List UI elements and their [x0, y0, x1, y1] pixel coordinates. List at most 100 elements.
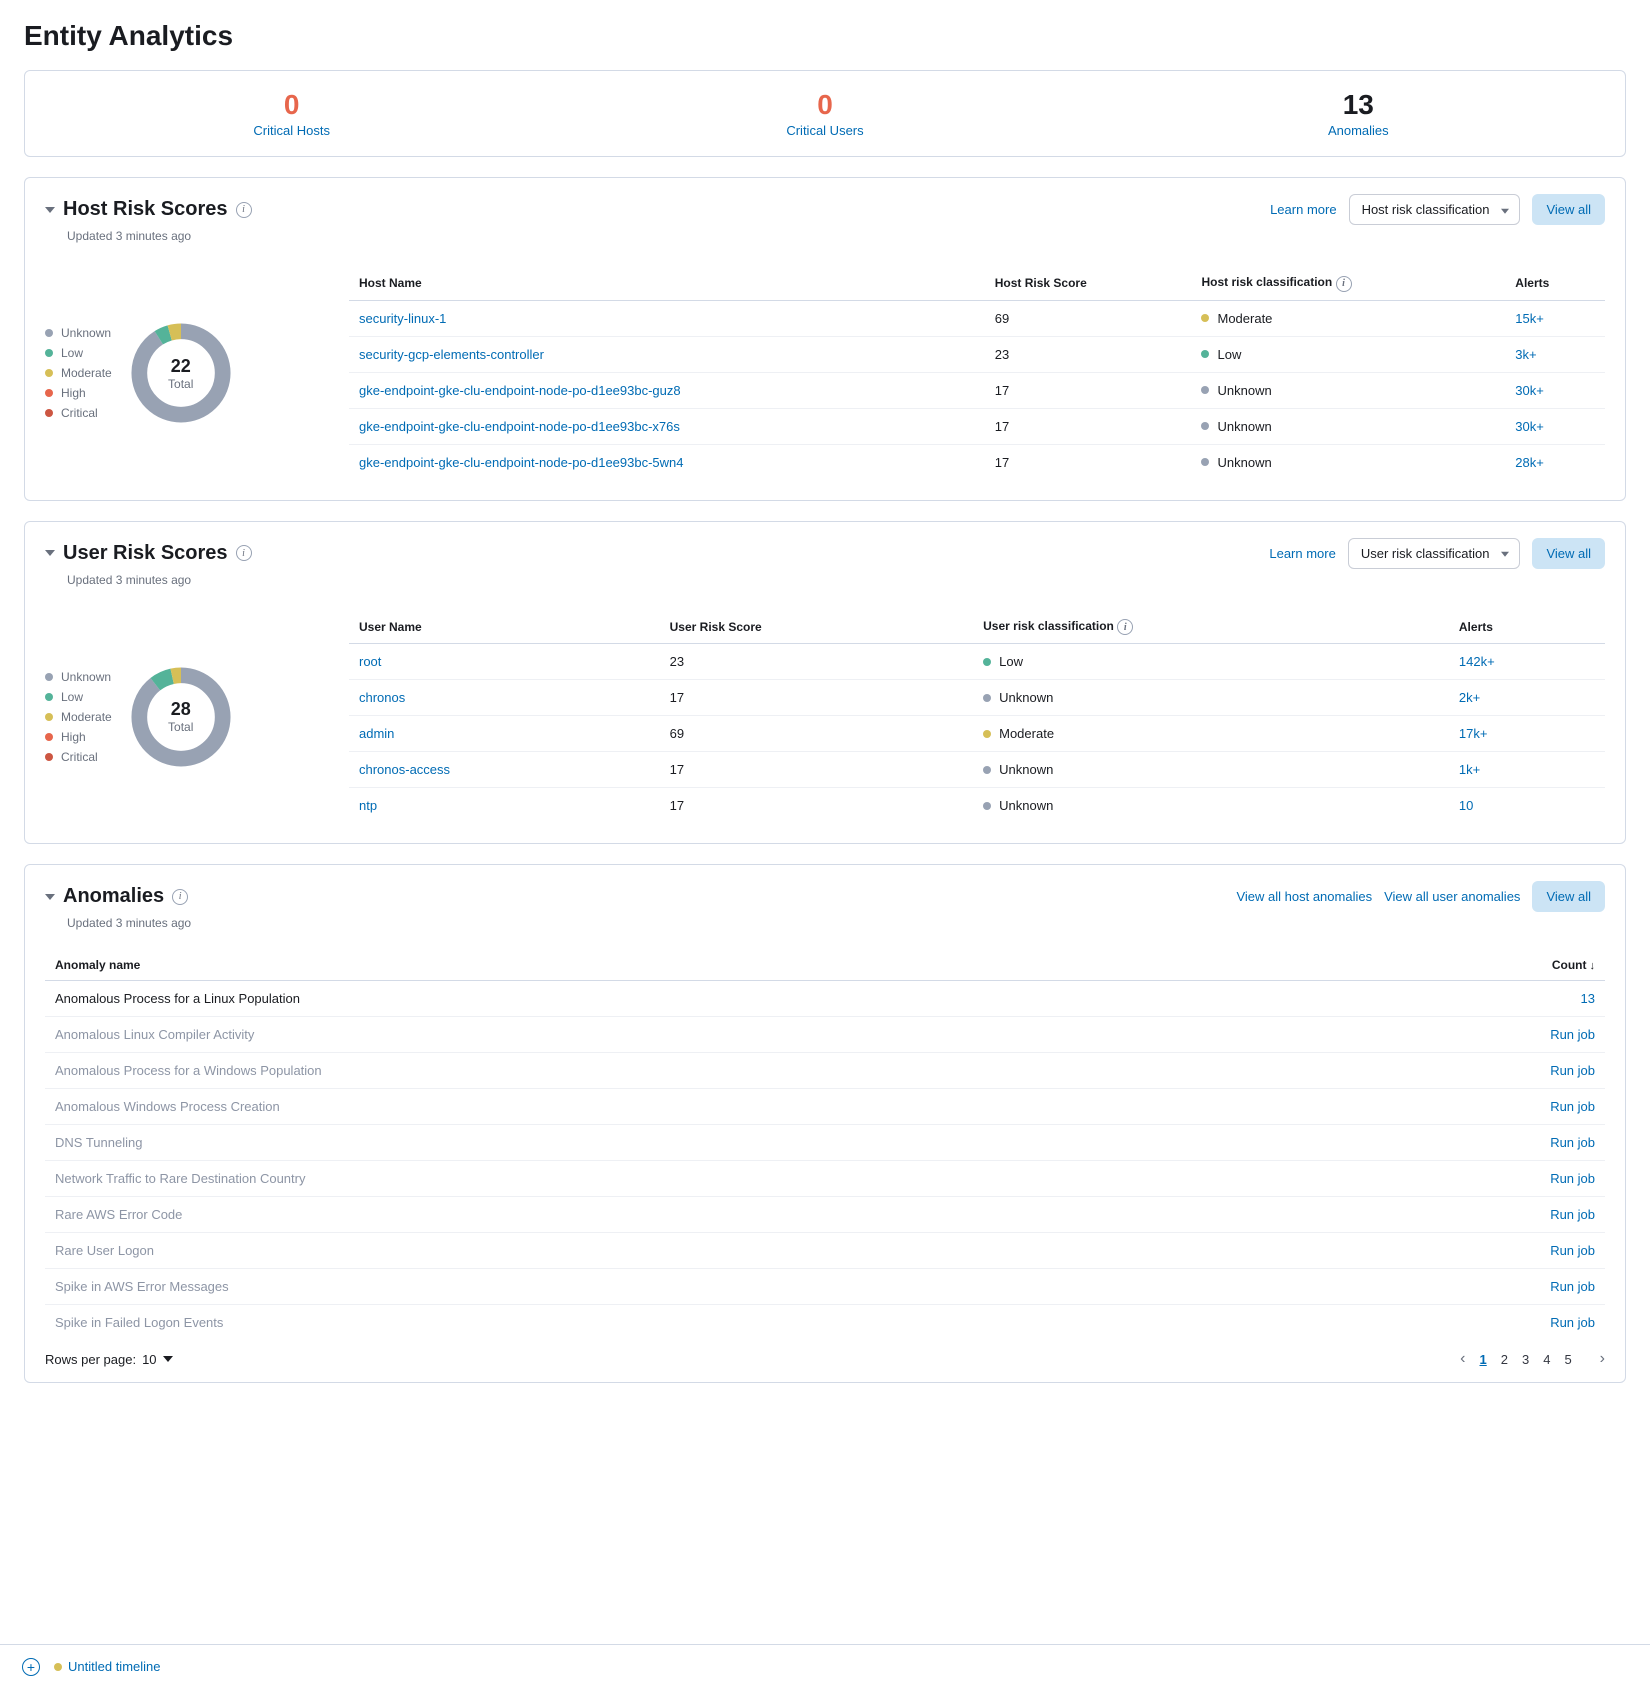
pager-page[interactable]: 5 [1564, 1352, 1571, 1367]
col-user-score[interactable]: User Risk Score [660, 611, 973, 644]
alerts-link[interactable]: 30k+ [1515, 383, 1544, 398]
info-icon[interactable]: i [172, 889, 188, 905]
pager-page[interactable]: 1 [1480, 1352, 1487, 1367]
risk-class-cell: Unknown [1201, 455, 1495, 470]
legend-label: Critical [61, 406, 98, 420]
pager-page[interactable]: 4 [1543, 1352, 1550, 1367]
run-job-link[interactable]: Run job [1550, 1243, 1595, 1258]
unknown-dot-icon [983, 694, 991, 702]
table-row: DNS Tunneling Run job [45, 1125, 1605, 1161]
table-row: Anomalous Process for a Windows Populati… [45, 1053, 1605, 1089]
entity-name-link[interactable]: gke-endpoint-gke-clu-endpoint-node-po-d1… [359, 419, 680, 434]
kpi-label[interactable]: Critical Users [558, 123, 1091, 138]
run-job-link[interactable]: Run job [1550, 1315, 1595, 1330]
host-risk-title: Host Risk Scores [63, 198, 228, 221]
pager-next[interactable]: › [1600, 1350, 1605, 1368]
table-row: ntp 17 Unknown 10 [349, 788, 1605, 824]
anomaly-name-cell: Anomalous Windows Process Creation [45, 1089, 1317, 1125]
user-classification-select[interactable]: User risk classification [1348, 538, 1521, 569]
kpi-value: 0 [558, 89, 1091, 121]
learn-more-link[interactable]: Learn more [1269, 546, 1335, 561]
entity-name-link[interactable]: ntp [359, 798, 377, 813]
moderate-dot-icon [45, 369, 53, 377]
info-icon[interactable]: i [236, 202, 252, 218]
alerts-link[interactable]: 2k+ [1459, 690, 1480, 705]
pager-page[interactable]: 3 [1522, 1352, 1529, 1367]
entity-name-link[interactable]: chronos-access [359, 762, 450, 777]
anomaly-name-cell: Spike in AWS Error Messages [45, 1269, 1317, 1305]
alerts-link[interactable]: 1k+ [1459, 762, 1480, 777]
learn-more-link[interactable]: Learn more [1270, 202, 1336, 217]
view-host-anomalies-link[interactable]: View all host anomalies [1236, 889, 1372, 904]
user-donut-total-label: Total [168, 720, 193, 734]
table-row: Anomalous Windows Process Creation Run j… [45, 1089, 1605, 1125]
chevron-down-icon[interactable] [45, 894, 55, 900]
unknown-dot-icon [45, 673, 53, 681]
entity-name-link[interactable]: security-linux-1 [359, 311, 446, 326]
alerts-link[interactable]: 30k+ [1515, 419, 1544, 434]
run-job-link[interactable]: Run job [1550, 1063, 1595, 1078]
col-host-name[interactable]: Host Name [349, 267, 985, 300]
risk-score-cell: 17 [660, 788, 973, 824]
risk-score-cell: 17 [660, 752, 973, 788]
chevron-down-icon[interactable] [45, 207, 55, 213]
anomalies-updated-text: Updated 3 minutes ago [25, 916, 1625, 942]
risk-class-cell: Unknown [983, 798, 1439, 813]
info-icon[interactable]: i [236, 545, 252, 561]
alerts-link[interactable]: 10 [1459, 798, 1473, 813]
kpi-label[interactable]: Anomalies [1092, 123, 1625, 138]
timeline-status-dot [54, 1663, 62, 1671]
rows-per-page-select[interactable]: Rows per page: 10 [45, 1352, 173, 1367]
table-row: Network Traffic to Rare Destination Coun… [45, 1161, 1605, 1197]
timeline-link[interactable]: Untitled timeline [54, 1659, 161, 1674]
alerts-link[interactable]: 3k+ [1515, 347, 1536, 362]
risk-class-cell: Moderate [1201, 311, 1495, 326]
anomaly-name-cell: Network Traffic to Rare Destination Coun… [45, 1161, 1317, 1197]
risk-class-cell: Unknown [983, 690, 1439, 705]
run-job-link[interactable]: Run job [1550, 1171, 1595, 1186]
col-anomaly-count[interactable]: Count↓ [1317, 950, 1605, 981]
col-host-class[interactable]: Host risk classification i [1191, 267, 1505, 300]
view-all-button[interactable]: View all [1532, 194, 1605, 225]
entity-name-link[interactable]: gke-endpoint-gke-clu-endpoint-node-po-d1… [359, 383, 681, 398]
host-classification-select[interactable]: Host risk classification [1349, 194, 1521, 225]
pager-prev[interactable]: ‹ [1460, 1350, 1465, 1368]
col-user-class[interactable]: User risk classification i [973, 611, 1449, 644]
anomaly-count-link[interactable]: 13 [1581, 991, 1595, 1006]
entity-name-link[interactable]: root [359, 654, 381, 669]
entity-name-link[interactable]: security-gcp-elements-controller [359, 347, 544, 362]
alerts-link[interactable]: 28k+ [1515, 455, 1544, 470]
alerts-link[interactable]: 142k+ [1459, 654, 1495, 669]
risk-score-cell: 17 [985, 372, 1192, 408]
alerts-link[interactable]: 17k+ [1459, 726, 1488, 741]
view-all-button[interactable]: View all [1532, 881, 1605, 912]
run-job-link[interactable]: Run job [1550, 1279, 1595, 1294]
critical-dot-icon [45, 753, 53, 761]
col-user-alerts[interactable]: Alerts [1449, 611, 1605, 644]
col-host-alerts[interactable]: Alerts [1505, 267, 1605, 300]
host-donut-total-label: Total [168, 377, 193, 391]
pager-page[interactable]: 2 [1501, 1352, 1508, 1367]
low-dot-icon [983, 658, 991, 666]
col-user-name[interactable]: User Name [349, 611, 660, 644]
table-row: security-gcp-elements-controller 23 Low … [349, 336, 1605, 372]
view-all-button[interactable]: View all [1532, 538, 1605, 569]
col-host-score[interactable]: Host Risk Score [985, 267, 1192, 300]
run-job-link[interactable]: Run job [1550, 1099, 1595, 1114]
view-user-anomalies-link[interactable]: View all user anomalies [1384, 889, 1520, 904]
entity-name-link[interactable]: admin [359, 726, 394, 741]
entity-name-link[interactable]: chronos [359, 690, 405, 705]
kpi-label[interactable]: Critical Hosts [25, 123, 558, 138]
info-icon[interactable]: i [1117, 619, 1133, 635]
run-job-link[interactable]: Run job [1550, 1207, 1595, 1222]
add-timeline-icon[interactable]: + [22, 1658, 40, 1676]
entity-name-link[interactable]: gke-endpoint-gke-clu-endpoint-node-po-d1… [359, 455, 684, 470]
chevron-down-icon[interactable] [45, 550, 55, 556]
run-job-link[interactable]: Run job [1550, 1135, 1595, 1150]
legend-label: High [61, 730, 86, 744]
info-icon[interactable]: i [1336, 276, 1352, 292]
col-anomaly-name[interactable]: Anomaly name [45, 950, 1317, 981]
alerts-link[interactable]: 15k+ [1515, 311, 1544, 326]
table-row: chronos 17 Unknown 2k+ [349, 680, 1605, 716]
run-job-link[interactable]: Run job [1550, 1027, 1595, 1042]
